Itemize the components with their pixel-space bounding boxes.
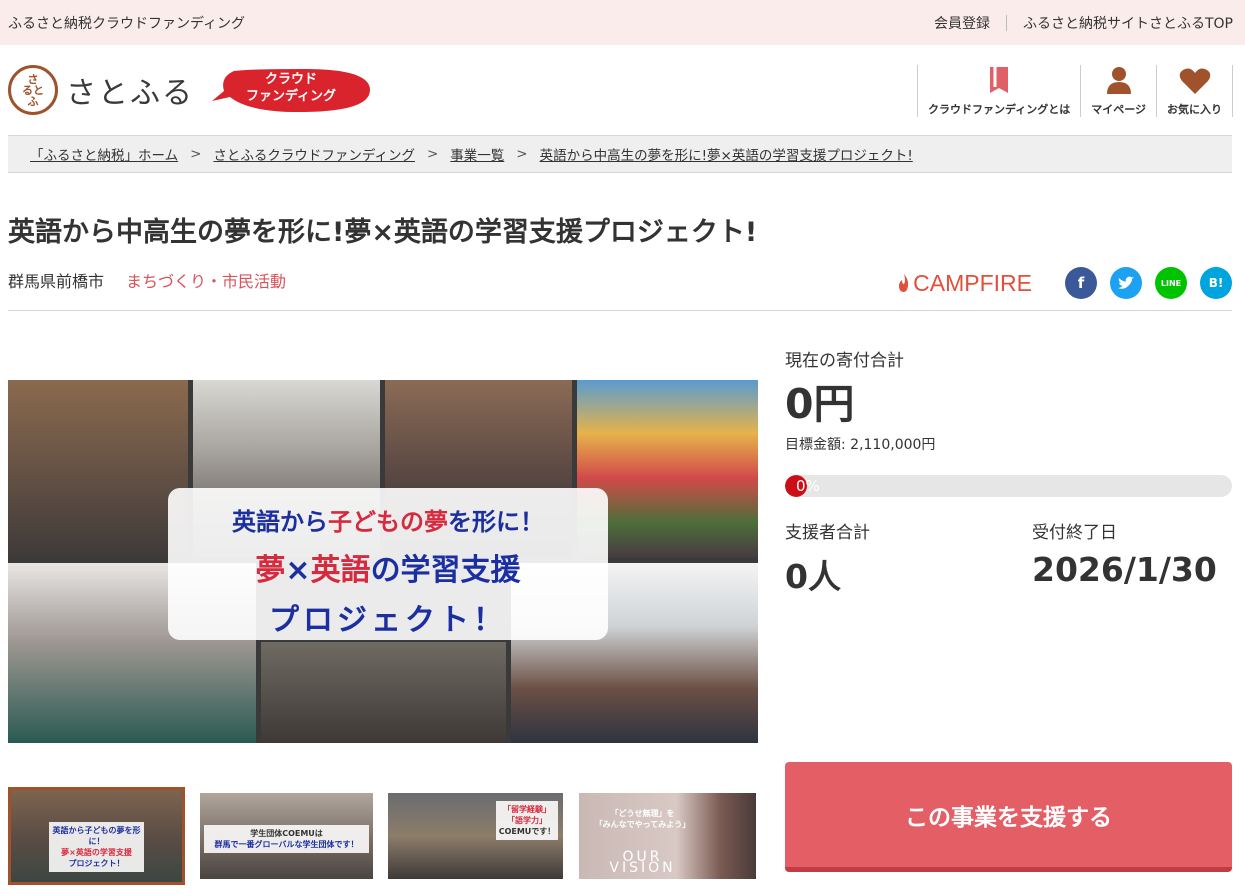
thumbnail-1-caption: 英語から子どもの夢を形に！ 夢×英語の学習支援 プロジェクト！ [49, 822, 144, 872]
hatena-icon[interactable]: B! [1200, 267, 1232, 299]
overlay-line-1: 英語から子どもの夢を形に！ [232, 508, 544, 536]
thumbnail-3[interactable]: 「留学経験」 「語学力」 COEMUです！ [388, 793, 563, 879]
breadcrumb-home[interactable]: 「ふるさと納税」ホーム [30, 144, 178, 164]
flame-icon [899, 274, 909, 292]
top-link-divider [1005, 14, 1007, 31]
main-project-image: 英語から子どもの夢を形に！ 夢×英語の学習支援 プロジェクト！ [8, 380, 758, 743]
thumbnail-strip: 英語から子どもの夢を形に！ 夢×英語の学習支援 プロジェクト！ 学生団体COEM… [8, 787, 758, 885]
line-icon[interactable]: LINE [1155, 267, 1187, 299]
badge-line2: ファンディング [245, 89, 337, 104]
nav-mypage[interactable]: マイページ [1080, 65, 1156, 117]
support-project-button[interactable]: この事業を支援する [785, 762, 1232, 872]
thumbnail-3-caption: 「留学経験」 「語学力」 COEMUです！ [496, 801, 558, 840]
project-meta: 群馬県前橋市 まちづくり・市民活動 [8, 268, 286, 292]
register-link[interactable]: 会員登録 [934, 13, 990, 33]
overlay-line-2: 夢×英語の学習支援 [255, 553, 521, 588]
thumbnail-2-caption: 学生団体COEMUは 群馬で一番グローバルな学生団体です！ [204, 825, 369, 853]
site-header: さるとふ さとふる クラウド ファンディング クラウドファンディングとは マイペ… [0, 45, 1245, 135]
supporters-label: 支援者合計 [785, 523, 870, 543]
heart-icon [1179, 68, 1210, 94]
photo-group-1 [8, 380, 188, 558]
thumbnail-4[interactable]: 「どうせ無理」を 「みんなでやってみよう」 OUR VISION [579, 793, 756, 879]
person-icon [1106, 67, 1131, 94]
satofull-top-link[interactable]: ふるさと納税サイトさとふるTOP [1023, 13, 1233, 33]
thumbnail-2[interactable]: 学生団体COEMUは 群馬で一番グローバルな学生団体です！ [200, 793, 373, 879]
campfire-text: CAMPFIRE [913, 269, 1032, 296]
progress-percent: 0% [796, 477, 820, 495]
bird-glyph [1118, 276, 1134, 289]
breadcrumb-separator: > [190, 146, 202, 162]
page-title: 英語から中高生の夢を形に!夢×英語の学習支援プロジェクト! [8, 217, 758, 248]
nav-mypage-label: マイページ [1091, 103, 1146, 116]
book-icon [990, 67, 1009, 93]
crowdfunding-badge[interactable]: クラウド ファンディング [210, 67, 372, 115]
deadline-label: 受付終了日 [1032, 523, 1117, 543]
project-city: 群馬県前橋市 [8, 272, 105, 291]
nav-about-label: クラウドファンディングとは [927, 103, 1071, 116]
campfire-logo[interactable]: CAMPFIRE [897, 270, 1032, 297]
breadcrumb-separator: > [516, 146, 528, 162]
thumbnail-4-caption: 「どうせ無理」を 「みんなでやってみよう」 OUR VISION [594, 809, 691, 876]
breadcrumb-projects[interactable]: 事業一覧 [450, 144, 504, 164]
line-glyph: LINE [1160, 278, 1182, 288]
header-nav: クラウドファンディングとは マイページ お気に入り [916, 65, 1233, 117]
nav-favorites[interactable]: お気に入り [1156, 65, 1233, 117]
current-total-amount: 0円 [785, 380, 855, 428]
breadcrumb-crowdfunding[interactable]: さとふるクラウドファンディング [213, 144, 415, 164]
title-divider [8, 310, 1232, 311]
overlay-line-3: プロジェクト！ [269, 603, 507, 638]
logo-text: さとふる [66, 76, 194, 111]
breadcrumb-separator: > [426, 146, 439, 162]
supporters-count: 0人 [785, 557, 841, 596]
facebook-glyph: f [1077, 274, 1085, 292]
project-category-link[interactable]: まちづくり・市民活動 [126, 268, 286, 292]
share-bar: CAMPFIRE f LINE B! [897, 267, 1232, 299]
progress-bar: 0% [785, 475, 1232, 497]
image-headline-overlay: 英語から子どもの夢を形に！ 夢×英語の学習支援 プロジェクト！ [168, 488, 608, 640]
breadcrumb: 「ふるさと納税」ホーム > さとふるクラウドファンディング > 事業一覧 > 英… [8, 135, 1232, 173]
nav-favorites-label: お気に入り [1167, 103, 1222, 116]
badge-line1: クラウド [264, 72, 317, 87]
top-bar: ふるさと納税クラウドファンディング 会員登録 ふるさと納税サイトさとふるTOP [0, 0, 1245, 45]
top-links: 会員登録 ふるさと納税サイトさとふるTOP [934, 13, 1233, 33]
site-logo[interactable]: さるとふ さとふる [8, 65, 194, 115]
logo-mark-icon: さるとふ [8, 65, 58, 115]
photo-group-4 [261, 642, 506, 743]
breadcrumb-current[interactable]: 英語から中高生の夢を形に!夢×英語の学習支援プロジェクト! [540, 144, 913, 164]
hatena-glyph: B! [1208, 276, 1224, 290]
nav-about-crowdfunding[interactable]: クラウドファンディングとは [916, 65, 1080, 117]
current-total-label: 現在の寄付合計 [785, 351, 904, 371]
thumbnail-1[interactable]: 英語から子どもの夢を形に！ 夢×英語の学習支援 プロジェクト！ [8, 787, 185, 885]
target-amount: 目標金額: 2,110,000円 [785, 437, 936, 453]
twitter-icon[interactable] [1110, 267, 1142, 299]
site-tagline: ふるさと納税クラウドファンディング [8, 15, 246, 32]
facebook-icon[interactable]: f [1065, 267, 1097, 299]
deadline-date: 2026/1/30 [1032, 550, 1217, 589]
